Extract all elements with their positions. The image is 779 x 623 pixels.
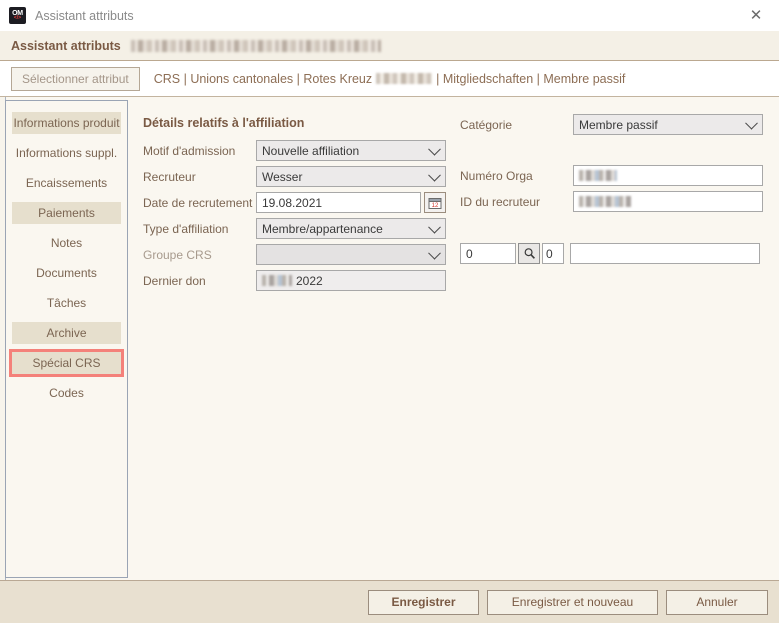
sidebar-item-codes[interactable]: Codes — [12, 382, 121, 404]
save-button[interactable]: Enregistrer — [368, 589, 479, 615]
field-row-recruteur: Recruteur Wesser — [143, 166, 446, 187]
breadcrumb: CRS | Unions cantonales | Rotes Kreuz | … — [154, 72, 626, 86]
sidebar-item-label: Tâches — [46, 296, 87, 310]
sidebar-item-label: Informations suppl. — [15, 146, 118, 160]
save-and-new-button[interactable]: Enregistrer et nouveau — [487, 589, 658, 615]
sidebar-item-label: Notes — [50, 236, 83, 250]
id-recruteur-redacted-value — [579, 196, 631, 207]
dernier-don-redacted-prefix — [262, 275, 292, 286]
sidebar-item-label: Codes — [49, 386, 84, 400]
cancel-button[interactable]: Annuler — [666, 589, 768, 615]
date-recrutement-value: 19.08.2021 — [262, 195, 323, 210]
lookup-row: 0 0 — [460, 243, 760, 264]
sidebar-item-label: Documents — [36, 266, 97, 280]
dernier-don-label: Dernier don — [143, 273, 206, 288]
chevron-down-icon — [745, 116, 758, 130]
sidebar-item-taches[interactable]: Tâches — [12, 292, 121, 314]
select-attribute-button[interactable]: Sélectionner attribut — [11, 66, 140, 91]
sidebar-item-label: Paiements — [38, 206, 95, 220]
breadcrumb-part-2: | Mitgliedschaften | Membre passif — [436, 71, 626, 86]
section-title: Détails relatifs à l'affiliation — [143, 116, 305, 130]
categorie-select[interactable]: Membre passif — [573, 114, 763, 135]
type-affiliation-label: Type d'affiliation — [143, 221, 229, 236]
sidebar-item-label: Archive — [46, 326, 87, 340]
field-row-id-recruteur: ID du recruteur — [460, 191, 763, 212]
sidebar-item-label: Spécial CRS — [32, 356, 101, 370]
date-recrutement-label: Date de recrutement — [143, 195, 253, 210]
lookup-left-input[interactable]: 0 — [460, 243, 516, 264]
motif-admission-value: Nouvelle affiliation — [262, 143, 360, 158]
magnifier-icon[interactable] — [518, 243, 540, 264]
type-affiliation-value: Membre/appartenance — [262, 221, 383, 236]
page-header-band: Assistant attributs — [0, 31, 779, 61]
close-icon[interactable]: ✕ — [733, 0, 779, 30]
window-title: Assistant attributs — [35, 8, 134, 23]
dernier-don-value-box: 2022 — [256, 270, 446, 291]
motif-admission-select[interactable]: Nouvelle affiliation — [256, 140, 446, 161]
sidebar-item-informations-suppl[interactable]: Informations suppl. — [12, 142, 121, 164]
redacted-subtitle — [130, 39, 381, 52]
field-row-categorie: Catégorie Membre passif — [460, 114, 763, 135]
field-row-date-recrutement: Date de recrutement 19.08.2021 12 — [143, 192, 446, 213]
field-row-type-affiliation: Type d'affiliation Membre/appartenance — [143, 218, 446, 239]
sidebar-nav: Informations produit Informations suppl.… — [5, 100, 128, 578]
numero-orga-redacted-value — [579, 170, 617, 181]
sidebar-item-label: Encaissements — [25, 176, 108, 190]
groupe-crs-label: Groupe CRS — [143, 247, 212, 262]
field-row-numero-orga: Numéro Orga — [460, 165, 763, 186]
attribute-toolbar: Sélectionner attribut CRS | Unions canto… — [0, 61, 779, 97]
field-row-dernier-don: Dernier don 2022 — [143, 270, 446, 291]
sidebar-item-informations-produit[interactable]: Informations produit — [12, 112, 121, 134]
sidebar-item-label: Informations produit — [13, 116, 120, 130]
calendar-icon[interactable]: 12 — [424, 192, 446, 213]
lookup-text-input[interactable] — [570, 243, 760, 264]
lookup-right-value: 0 — [546, 246, 553, 261]
sidebar-item-notes[interactable]: Notes — [12, 232, 121, 254]
dernier-don-value: 2022 — [296, 273, 323, 288]
breadcrumb-redacted-segment — [376, 73, 433, 84]
breadcrumb-part-1: CRS | Unions cantonales | Rotes Kreuz — [153, 71, 373, 86]
groupe-crs-select[interactable] — [256, 244, 446, 265]
type-affiliation-select[interactable]: Membre/appartenance — [256, 218, 446, 239]
id-recruteur-input[interactable] — [573, 191, 763, 212]
chevron-down-icon — [428, 142, 441, 156]
window-titlebar: OM </> Assistant attributs ✕ — [0, 0, 779, 32]
svg-text:12: 12 — [432, 203, 439, 209]
page-title: Assistant attributs — [11, 38, 121, 53]
recruteur-value: Wesser — [262, 169, 303, 184]
lookup-right-input[interactable]: 0 — [542, 243, 564, 264]
chevron-down-icon — [428, 220, 441, 234]
numero-orga-label: Numéro Orga — [460, 168, 533, 183]
main-panel: Détails relatifs à l'affiliation Motif d… — [135, 100, 775, 578]
sidebar-item-documents[interactable]: Documents — [12, 262, 121, 284]
sidebar-item-special-crs[interactable]: Spécial CRS — [9, 349, 124, 377]
recruteur-label: Recruteur — [143, 169, 196, 184]
categorie-label: Catégorie — [460, 117, 513, 132]
sidebar-item-archive[interactable]: Archive — [12, 322, 121, 344]
recruteur-select[interactable]: Wesser — [256, 166, 446, 187]
field-row-groupe-crs: Groupe CRS — [143, 244, 446, 265]
motif-admission-label: Motif d'admission — [143, 143, 236, 158]
chevron-down-icon — [428, 168, 441, 182]
field-row-motif-admission: Motif d'admission Nouvelle affiliation — [143, 140, 446, 161]
footer-button-bar: Enregistrer Enregistrer et nouveau Annul… — [0, 580, 779, 623]
numero-orga-input[interactable] — [573, 165, 763, 186]
om-logo-icon: OM </> — [9, 7, 26, 24]
categorie-value: Membre passif — [579, 117, 658, 132]
lookup-left-value: 0 — [466, 246, 473, 261]
date-recrutement-input[interactable]: 19.08.2021 — [256, 192, 421, 213]
sidebar-item-encaissements[interactable]: Encaissements — [12, 172, 121, 194]
chevron-down-icon — [428, 246, 441, 260]
sidebar-item-paiements[interactable]: Paiements — [12, 202, 121, 224]
id-recruteur-label: ID du recruteur — [460, 194, 541, 209]
